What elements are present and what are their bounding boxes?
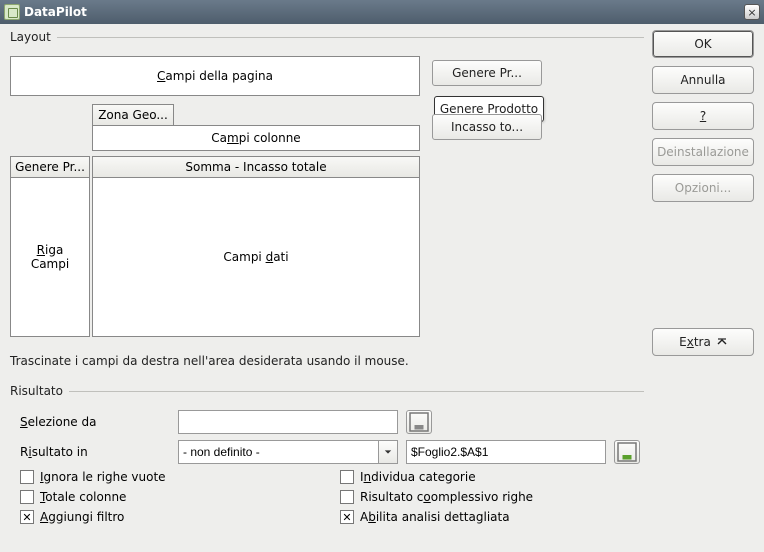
- row-fields-label-2: Campi: [31, 257, 69, 271]
- result-group: Risultato Selezione da Risultato in: [10, 384, 644, 524]
- column-fields-label: pi colonne: [239, 131, 301, 145]
- checkbox-icon: [20, 490, 34, 504]
- layout-hint: Trascinate i campi da destra nell'area d…: [10, 354, 644, 368]
- field-income-button[interactable]: Incasso to...: [432, 114, 542, 140]
- left-column: Layout Campi della pagina Zona Geo... Ca…: [10, 30, 644, 542]
- layout-group: Layout Campi della pagina Zona Geo... Ca…: [10, 30, 644, 368]
- result-in-text: sultato in: [32, 445, 88, 459]
- cancel-button[interactable]: Annulla: [652, 66, 754, 94]
- data-fields-area[interactable]: Campi dati: [92, 177, 420, 337]
- uninstall-button: Deinstallazione: [652, 138, 754, 166]
- field-genre-button[interactable]: Genere Pr...: [432, 60, 542, 86]
- checkbox-icon: ✕: [340, 510, 354, 524]
- button-column: OK Annulla ? Deinstallazione Opzioni... …: [652, 30, 754, 542]
- check-drill-down[interactable]: ✕ Abilita analisi dettagliata: [340, 510, 640, 524]
- row-header-genre[interactable]: Genere Pr...: [10, 156, 90, 178]
- selection-from-input[interactable]: [178, 410, 398, 434]
- title-bar: DataPilot ×: [0, 0, 764, 24]
- result-in-combo[interactable]: [178, 440, 378, 464]
- check-detect-cat-label: dividua categorie: [371, 470, 475, 484]
- ok-button[interactable]: OK: [652, 30, 754, 58]
- check-add-filter-label: ggiungi filtro: [48, 510, 124, 524]
- window-title: DataPilot: [24, 5, 744, 19]
- layout-area: Campi della pagina Zona Geo... Campi col…: [10, 48, 644, 348]
- result-in-dropdown-button[interactable]: [378, 440, 398, 464]
- checkbox-icon: [340, 490, 354, 504]
- check-total-rows-label: omplessivo righe: [431, 490, 533, 504]
- check-total-rows[interactable]: Risultato coomplessivo righe: [340, 490, 640, 504]
- dialog-body: Layout Campi della pagina Zona Geo... Ca…: [0, 24, 764, 552]
- page-fields-label: ampi della pagina: [165, 69, 273, 83]
- extra-button[interactable]: Extra: [652, 328, 754, 356]
- selection-from-text: elezione da: [28, 415, 97, 429]
- row-fields-label-1: iga: [45, 243, 63, 257]
- data-header-sum[interactable]: Somma - Incasso totale: [92, 156, 420, 178]
- layout-legend: Layout: [10, 30, 57, 44]
- help-button[interactable]: ?: [652, 102, 754, 130]
- result-in-label: Risultato in: [20, 445, 170, 459]
- extra-button-label: tra: [694, 335, 711, 349]
- checkbox-icon: ✕: [20, 510, 34, 524]
- check-total-cols-label: otale colonne: [45, 490, 126, 504]
- check-drill-label: ilita analisi dettagliata: [376, 510, 510, 524]
- check-total-columns[interactable]: Totale colonne: [20, 490, 320, 504]
- selection-from-label: Selezione da: [20, 415, 170, 429]
- checkbox-icon: [340, 470, 354, 484]
- selection-shrink-button[interactable]: [406, 410, 432, 434]
- check-ignore-empty-label: gnora le righe vuote: [44, 470, 166, 484]
- result-in-shrink-button[interactable]: [614, 440, 640, 464]
- column-fields-area[interactable]: Campi colonne: [92, 125, 420, 151]
- row-fields-area[interactable]: Riga Campi: [10, 177, 90, 337]
- options-button: Opzioni...: [652, 174, 754, 202]
- collapse-up-icon: [717, 337, 727, 347]
- page-fields-area[interactable]: Campi della pagina: [10, 56, 420, 96]
- check-ignore-empty[interactable]: Ignora le righe vuote: [20, 470, 320, 484]
- data-fields-label: ati: [273, 250, 288, 264]
- check-detect-categories[interactable]: Individua categorie: [340, 470, 640, 484]
- column-header-zone[interactable]: Zona Geo...: [92, 104, 174, 126]
- checkbox-icon: [20, 470, 34, 484]
- close-button[interactable]: ×: [744, 4, 760, 20]
- result-in-ref-input[interactable]: [406, 440, 606, 464]
- app-icon: [4, 4, 20, 20]
- check-add-filter[interactable]: ✕ Aggiungi filtro: [20, 510, 320, 524]
- result-legend: Risultato: [10, 384, 69, 398]
